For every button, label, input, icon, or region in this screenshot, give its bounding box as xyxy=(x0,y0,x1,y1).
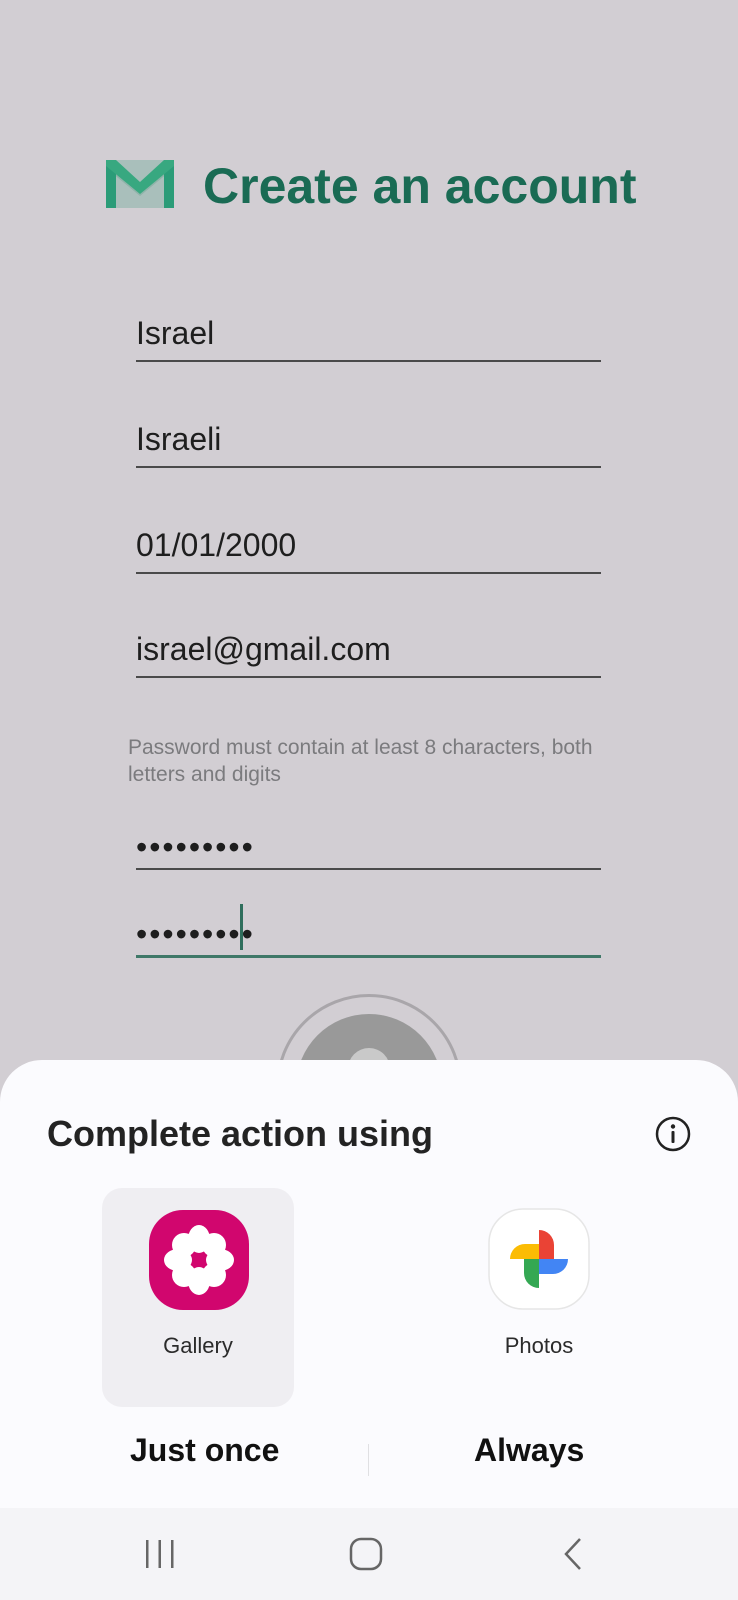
password-value: ••••••••• xyxy=(136,829,255,865)
always-button[interactable]: Always xyxy=(474,1432,584,1469)
home-icon[interactable] xyxy=(344,1534,388,1574)
google-photos-pinwheel-icon xyxy=(488,1208,590,1310)
info-icon[interactable] xyxy=(655,1116,691,1152)
first-name-value: Israel xyxy=(136,315,215,351)
confirm-password-value: ••••••••• xyxy=(136,916,255,952)
gallery-label: Gallery xyxy=(163,1333,233,1358)
email-value: israel@gmail.com xyxy=(136,631,391,667)
gallery-flower-icon xyxy=(149,1210,249,1310)
last-name-value: Israeli xyxy=(136,421,222,457)
password-field[interactable]: ••••••••• xyxy=(136,814,601,870)
email-field[interactable]: israel@gmail.com xyxy=(136,622,601,678)
photos-label: Photos xyxy=(504,1333,574,1358)
password-hint: Password must contain at least 8 charact… xyxy=(128,736,593,786)
just-once-button[interactable]: Just once xyxy=(130,1432,279,1469)
confirm-password-field[interactable]: ••••••••• xyxy=(136,902,601,958)
chooser-title: Complete action using xyxy=(47,1113,434,1154)
page-title: Create an account xyxy=(203,158,637,214)
back-icon[interactable] xyxy=(552,1534,596,1574)
birth-date-value: 01/01/2000 xyxy=(136,527,297,563)
text-cursor xyxy=(240,904,243,950)
first-name-field[interactable]: Israel xyxy=(136,306,601,362)
recents-icon[interactable] xyxy=(138,1534,182,1574)
envelope-logo-icon xyxy=(106,160,174,208)
last-name-field[interactable]: Israeli xyxy=(136,412,601,468)
action-divider xyxy=(368,1444,369,1476)
birth-date-field[interactable]: 01/01/2000 xyxy=(136,518,601,574)
